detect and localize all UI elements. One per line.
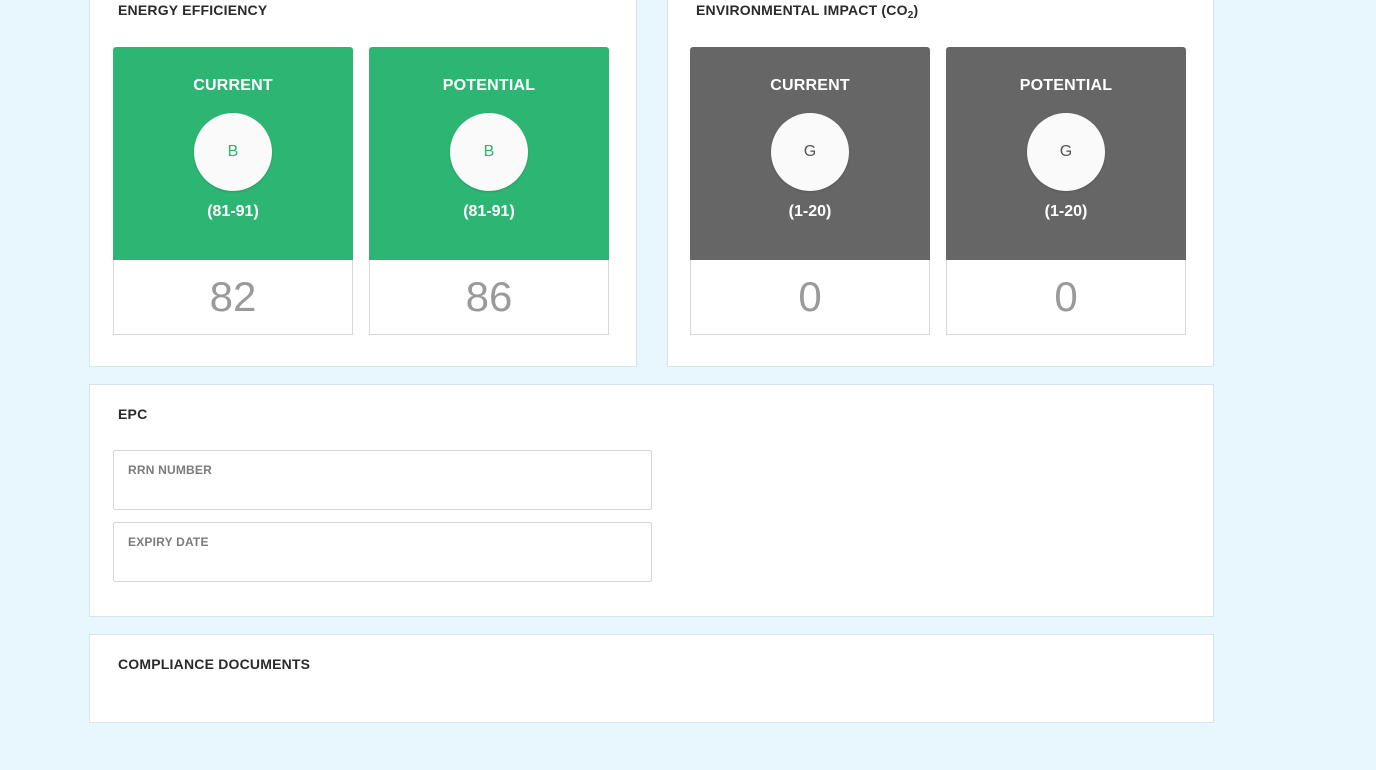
energy-potential-header: POTENTIAL B (81-91) xyxy=(369,47,609,260)
energy-potential-label: POTENTIAL xyxy=(442,77,536,94)
environment-potential-label: POTENTIAL xyxy=(1019,77,1113,94)
energy-potential-score: 86 xyxy=(369,260,609,335)
energy-current-score: 82 xyxy=(113,260,353,335)
environment-current-score: 0 xyxy=(690,260,930,335)
energy-potential-card: POTENTIAL B (81-91) 86 xyxy=(369,47,609,335)
energy-efficiency-title: ENERGY EFFICIENCY xyxy=(118,2,268,18)
environment-current-range: (1-20) xyxy=(788,203,832,220)
environmental-impact-title-end: ) xyxy=(913,2,919,18)
compliance-documents-panel: COMPLIANCE DOCUMENTS xyxy=(89,634,1214,723)
environment-potential-card: POTENTIAL G (1-20) 0 xyxy=(946,47,1186,335)
expiry-date-label: EXPIRY DATE xyxy=(128,535,209,549)
environmental-impact-panel: ENVIRONMENTAL IMPACT (CO2) CURRENT G (1-… xyxy=(667,0,1214,367)
rrn-number-input[interactable] xyxy=(128,481,633,503)
environment-current-header: CURRENT G (1-20) xyxy=(690,47,930,260)
expiry-date-input[interactable] xyxy=(128,553,633,575)
environment-potential-band-badge: G xyxy=(1027,113,1105,191)
energy-efficiency-panel: ENERGY EFFICIENCY CURRENT B (81-91) 82 P… xyxy=(89,0,637,367)
energy-potential-band-badge: B xyxy=(450,113,528,191)
environment-potential-score: 0 xyxy=(946,260,1186,335)
energy-current-header: CURRENT B (81-91) xyxy=(113,47,353,260)
compliance-documents-title: COMPLIANCE DOCUMENTS xyxy=(118,656,311,672)
energy-current-label: CURRENT xyxy=(193,77,273,94)
rrn-number-label: RRN NUMBER xyxy=(128,463,212,477)
expiry-date-field[interactable]: EXPIRY DATE xyxy=(113,522,652,582)
epc-title: EPC xyxy=(118,406,148,422)
energy-current-card: CURRENT B (81-91) 82 xyxy=(113,47,353,335)
environment-current-label: CURRENT xyxy=(770,77,850,94)
environmental-impact-title-main: ENVIRONMENTAL IMPACT (CO xyxy=(696,2,908,18)
energy-current-range: (81-91) xyxy=(207,203,259,220)
rrn-number-field[interactable]: RRN NUMBER xyxy=(113,450,652,510)
energy-potential-range: (81-91) xyxy=(463,203,515,220)
energy-current-band-badge: B xyxy=(194,113,272,191)
epc-panel: EPC RRN NUMBER EXPIRY DATE xyxy=(89,384,1214,617)
environment-potential-header: POTENTIAL G (1-20) xyxy=(946,47,1186,260)
environment-potential-range: (1-20) xyxy=(1044,203,1088,220)
environment-current-card: CURRENT G (1-20) 0 xyxy=(690,47,930,335)
environment-current-band-badge: G xyxy=(771,113,849,191)
environmental-impact-title: ENVIRONMENTAL IMPACT (CO2) xyxy=(696,2,918,21)
